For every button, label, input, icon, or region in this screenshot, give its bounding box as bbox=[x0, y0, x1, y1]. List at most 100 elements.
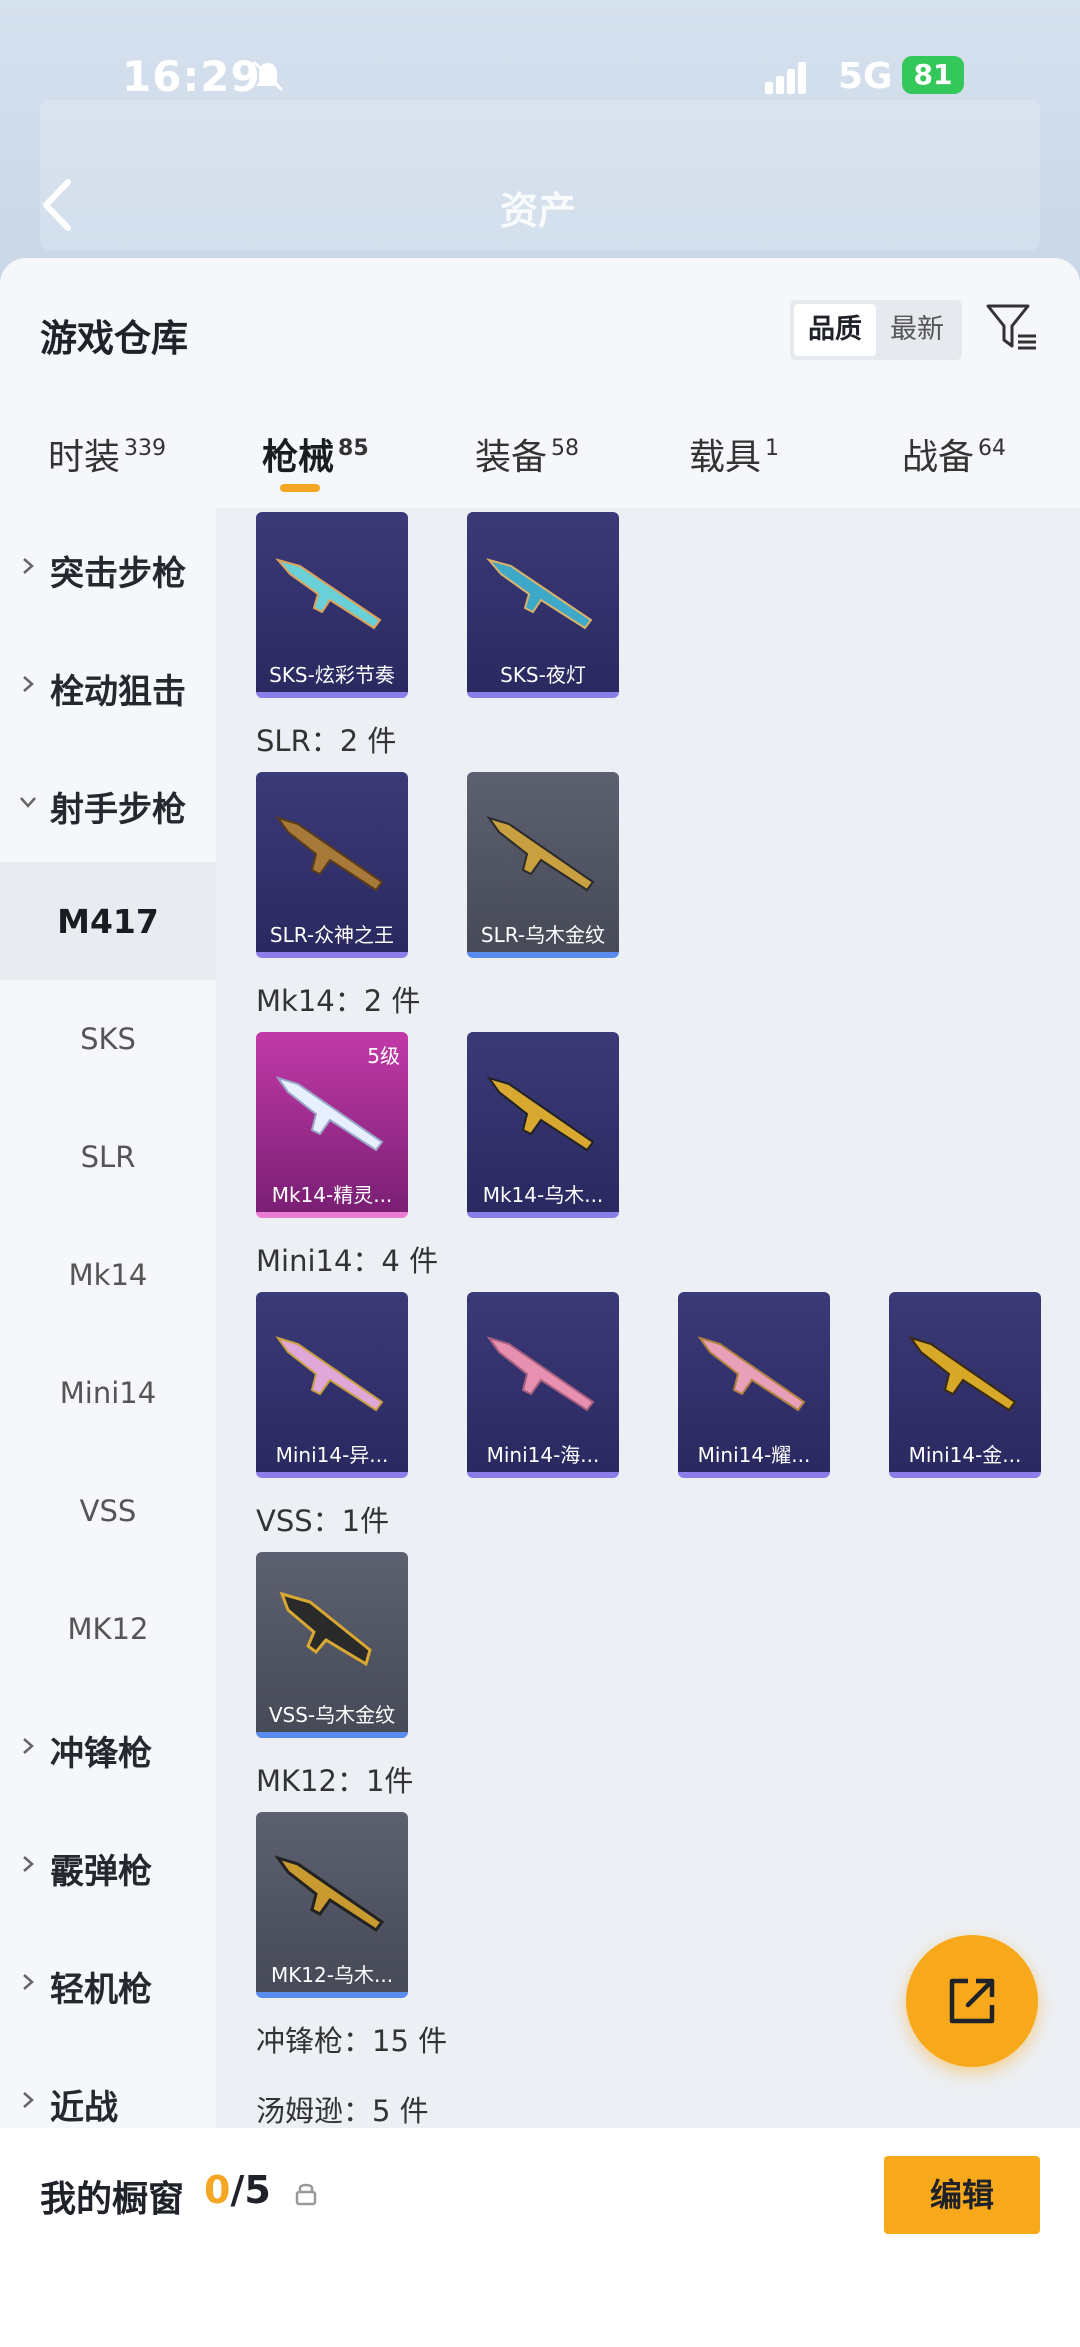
tab-count: 64 bbox=[978, 436, 1007, 461]
weapon-name: SKS-炫彩节奏 bbox=[269, 663, 395, 687]
sidebar-item-mk12[interactable]: MK12 bbox=[0, 1570, 216, 1688]
sidebar-item-label: 冲锋枪 bbox=[50, 1734, 152, 1774]
rifle-icon bbox=[486, 558, 593, 630]
lock-icon bbox=[295, 2183, 317, 2206]
group-title: Mk14：2 件 bbox=[256, 984, 421, 1018]
group-title: 汤姆逊：5 件 bbox=[256, 2094, 429, 2128]
rifle-icon bbox=[486, 1076, 595, 1152]
battery-indicator: 81 bbox=[902, 56, 964, 94]
weapon-card[interactable]: MK12-乌木... bbox=[256, 1812, 408, 1998]
sidebar-item-label: 射手步枪 bbox=[50, 790, 186, 830]
sidebar-item-assault-rifle[interactable]: 突击步枪 bbox=[0, 508, 216, 626]
status-time: 16:29 bbox=[122, 52, 261, 101]
tab-label: 时装 bbox=[48, 437, 121, 478]
weapon-name: SLR-众神之王 bbox=[269, 923, 395, 947]
showcase-label: 我的橱窗 bbox=[40, 2179, 185, 2220]
rifle-icon bbox=[274, 1855, 385, 1933]
chevron-right-icon bbox=[23, 1856, 34, 1872]
weapon-card[interactable]: Mini14-海... bbox=[467, 1292, 619, 1478]
weapon-name: Mini14-耀... bbox=[697, 1443, 811, 1467]
sidebar-item-slr[interactable]: SLR bbox=[0, 1098, 216, 1216]
rifle-icon bbox=[697, 1336, 806, 1412]
weapon-card[interactable]: VSS-乌木金纹 bbox=[256, 1552, 408, 1738]
group-title: 冲锋枪：15 件 bbox=[256, 2024, 448, 2058]
weapon-card[interactable]: Mini14-异... bbox=[256, 1292, 408, 1478]
group-title: VSS：1件 bbox=[256, 1504, 390, 1538]
sidebar-item-label: Mini14 bbox=[59, 1376, 157, 1410]
sidebar-item-label: Mk14 bbox=[68, 1258, 148, 1292]
tab-guns[interactable]: 枪械 85 bbox=[262, 428, 369, 480]
filter-icon[interactable] bbox=[984, 300, 1040, 356]
sort-newest-button[interactable]: 最新 bbox=[876, 304, 958, 356]
tab-fashion[interactable]: 时装 339 bbox=[48, 428, 166, 480]
sidebar-item-label: M417 bbox=[57, 902, 159, 941]
chevron-right-icon bbox=[23, 2092, 34, 2108]
share-icon bbox=[949, 1978, 995, 2024]
weapon-card[interactable]: Mk14-乌木... bbox=[467, 1032, 619, 1218]
weapon-content: SKS-炫彩节奏 SKS-夜灯 SLR：2 件 SLR-众神之王 SLR-乌木金… bbox=[216, 508, 1080, 2128]
showcase-count: 0/5 bbox=[204, 2168, 271, 2212]
sidebar-item-label: 近战 bbox=[50, 2088, 118, 2128]
sidebar-item-lmg[interactable]: 轻机枪 bbox=[0, 1924, 216, 2042]
sidebar-item-sks[interactable]: SKS bbox=[0, 980, 216, 1098]
showcase-bar: 我的橱窗 0/5 编辑 bbox=[0, 2128, 1080, 2347]
weapon-name: Mini14-海... bbox=[486, 1443, 600, 1467]
weapon-name: Mini14-异... bbox=[275, 1443, 389, 1467]
tab-label: 载具 bbox=[689, 437, 762, 478]
tab-label: 战备 bbox=[902, 437, 975, 478]
sidebar-item-vss[interactable]: VSS bbox=[0, 1452, 216, 1570]
tab-count: 58 bbox=[551, 436, 580, 461]
sidebar-item-melee[interactable]: 近战 bbox=[0, 2042, 216, 2128]
tab-label: 枪械 bbox=[262, 437, 335, 478]
share-button[interactable] bbox=[906, 1935, 1038, 2067]
group-title: SLR：2 件 bbox=[256, 724, 397, 758]
rifle-icon bbox=[486, 1336, 595, 1412]
rifle-icon bbox=[908, 1336, 1017, 1412]
tab-gear[interactable]: 战备 64 bbox=[902, 428, 1006, 480]
sidebar-item-label: VSS bbox=[79, 1494, 137, 1528]
sidebar-item-bolt-sniper[interactable]: 栓动狙击 bbox=[0, 626, 216, 744]
sidebar-item-marksman-rifle[interactable]: 射手步枪 bbox=[0, 744, 216, 862]
status-bar: 16:29 5G 81 bbox=[0, 40, 1080, 120]
weapon-card[interactable]: SKS-夜灯 bbox=[467, 512, 619, 698]
tab-vehicles[interactable]: 载具 1 bbox=[689, 428, 779, 480]
weapon-sidebar: 突击步枪 栓动狙击 射手步枪 M417 SKS SLR Mk14 Mini14 … bbox=[0, 508, 216, 2128]
weapon-name: Mk14-精灵... bbox=[271, 1183, 393, 1207]
weapon-card[interactable]: Mini14-金... bbox=[889, 1292, 1041, 1478]
sidebar-item-label: 栓动狙击 bbox=[50, 672, 186, 712]
rifle-icon bbox=[486, 816, 595, 892]
chevron-right-icon bbox=[23, 1738, 34, 1754]
signal-icon bbox=[765, 62, 806, 94]
sidebar-item-mini14[interactable]: Mini14 bbox=[0, 1334, 216, 1452]
sidebar-item-label: SLR bbox=[80, 1140, 136, 1174]
edit-button[interactable]: 编辑 bbox=[884, 2156, 1040, 2234]
weapon-card[interactable]: Mini14-耀... bbox=[678, 1292, 830, 1478]
showcase-current: 0 bbox=[204, 2168, 231, 2212]
sidebar-item-m417[interactable]: M417 bbox=[0, 862, 216, 980]
rifle-icon bbox=[275, 558, 382, 630]
weapon-name: MK12-乌木... bbox=[270, 1963, 394, 1987]
tab-label: 装备 bbox=[475, 437, 548, 478]
weapon-card[interactable]: SKS-炫彩节奏 bbox=[256, 512, 408, 698]
weapon-card[interactable]: SLR-众神之王 bbox=[256, 772, 408, 958]
weapon-name: Mk14-乌木... bbox=[482, 1183, 604, 1207]
tab-count: 1 bbox=[765, 436, 780, 461]
chevron-down-icon bbox=[20, 797, 36, 808]
showcase-total: /5 bbox=[230, 2168, 271, 2212]
back-icon[interactable] bbox=[40, 178, 74, 232]
page-title: 游戏仓库 bbox=[40, 317, 188, 360]
tab-equipment[interactable]: 装备 58 bbox=[475, 428, 579, 480]
bell-muted-icon bbox=[252, 60, 284, 92]
sidebar-item-label: SKS bbox=[80, 1022, 136, 1056]
sidebar-item-smg[interactable]: 冲锋枪 bbox=[0, 1688, 216, 1806]
sidebar-item-shotgun[interactable]: 霰弹枪 bbox=[0, 1806, 216, 1924]
rifle-icon bbox=[275, 1336, 384, 1412]
sort-quality-button[interactable]: 品质 bbox=[794, 304, 876, 356]
chevron-right-icon bbox=[23, 676, 34, 692]
asset-label: 资产 bbox=[500, 189, 577, 233]
weapon-card[interactable]: SLR-乌木金纹 bbox=[467, 772, 619, 958]
sidebar-item-mk14[interactable]: Mk14 bbox=[0, 1216, 216, 1334]
chevron-right-icon bbox=[23, 558, 34, 574]
weapon-name: Mini14-金... bbox=[908, 1443, 1022, 1467]
weapon-card[interactable]: 5级 Mk14-精灵... bbox=[256, 1032, 408, 1218]
